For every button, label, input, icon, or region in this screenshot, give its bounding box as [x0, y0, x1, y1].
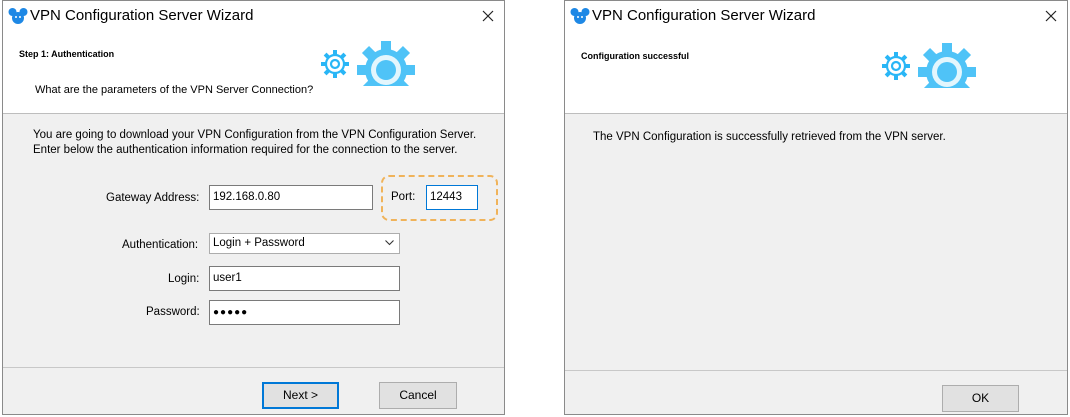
- gears-icon: [882, 43, 976, 88]
- cancel-button[interactable]: Cancel: [379, 382, 457, 409]
- gateway-address-input[interactable]: 192.168.0.80: [209, 185, 373, 210]
- window-title: VPN Configuration Server Wizard: [30, 7, 254, 24]
- login-input[interactable]: user1: [209, 266, 400, 291]
- step-title: Configuration successful: [581, 51, 690, 61]
- gateway-label: Gateway Address:: [106, 192, 200, 204]
- login-label: Login:: [168, 273, 200, 285]
- port-label: Port:: [391, 191, 416, 203]
- close-button[interactable]: [1039, 4, 1063, 28]
- authentication-select[interactable]: Login + Password: [209, 233, 400, 254]
- footer-divider: [565, 370, 1067, 371]
- intro-line-1: You are going to download your VPN Confi…: [33, 129, 477, 141]
- chevron-down-icon: [385, 240, 394, 246]
- password-mask: ●●●●●: [213, 307, 249, 318]
- title-bar: VPN Configuration Server Wizard: [3, 1, 504, 32]
- port-input[interactable]: 12443: [426, 185, 478, 210]
- wizard-header: Step 1: Authentication What are the para…: [3, 32, 504, 114]
- gears-icon: [321, 41, 415, 86]
- ok-button[interactable]: OK: [942, 385, 1019, 412]
- close-icon: [482, 10, 494, 22]
- app-icon: [570, 8, 590, 24]
- wizard-auth-dialog: VPN Configuration Server Wizard Step 1: …: [2, 0, 505, 415]
- app-icon: [8, 8, 28, 24]
- password-input[interactable]: ●●●●●: [209, 300, 400, 325]
- close-icon: [1045, 10, 1057, 22]
- step-title: Step 1: Authentication: [19, 49, 115, 59]
- title-bar: VPN Configuration Server Wizard: [565, 1, 1067, 32]
- authentication-value: Login + Password: [213, 237, 305, 249]
- wizard-header: Configuration successful: [565, 32, 1067, 114]
- success-message: The VPN Configuration is successfully re…: [593, 131, 946, 143]
- header-question: What are the parameters of the VPN Serve…: [35, 84, 314, 96]
- footer-divider: [3, 367, 504, 368]
- close-button[interactable]: [476, 4, 500, 28]
- wizard-success-dialog: VPN Configuration Server Wizard Configur…: [564, 0, 1068, 415]
- password-label: Password:: [146, 306, 200, 318]
- intro-line-2: Enter below the authentication informati…: [33, 144, 458, 156]
- authentication-label: Authentication:: [122, 239, 199, 251]
- window-title: VPN Configuration Server Wizard: [592, 7, 816, 24]
- next-button[interactable]: Next >: [262, 382, 339, 409]
